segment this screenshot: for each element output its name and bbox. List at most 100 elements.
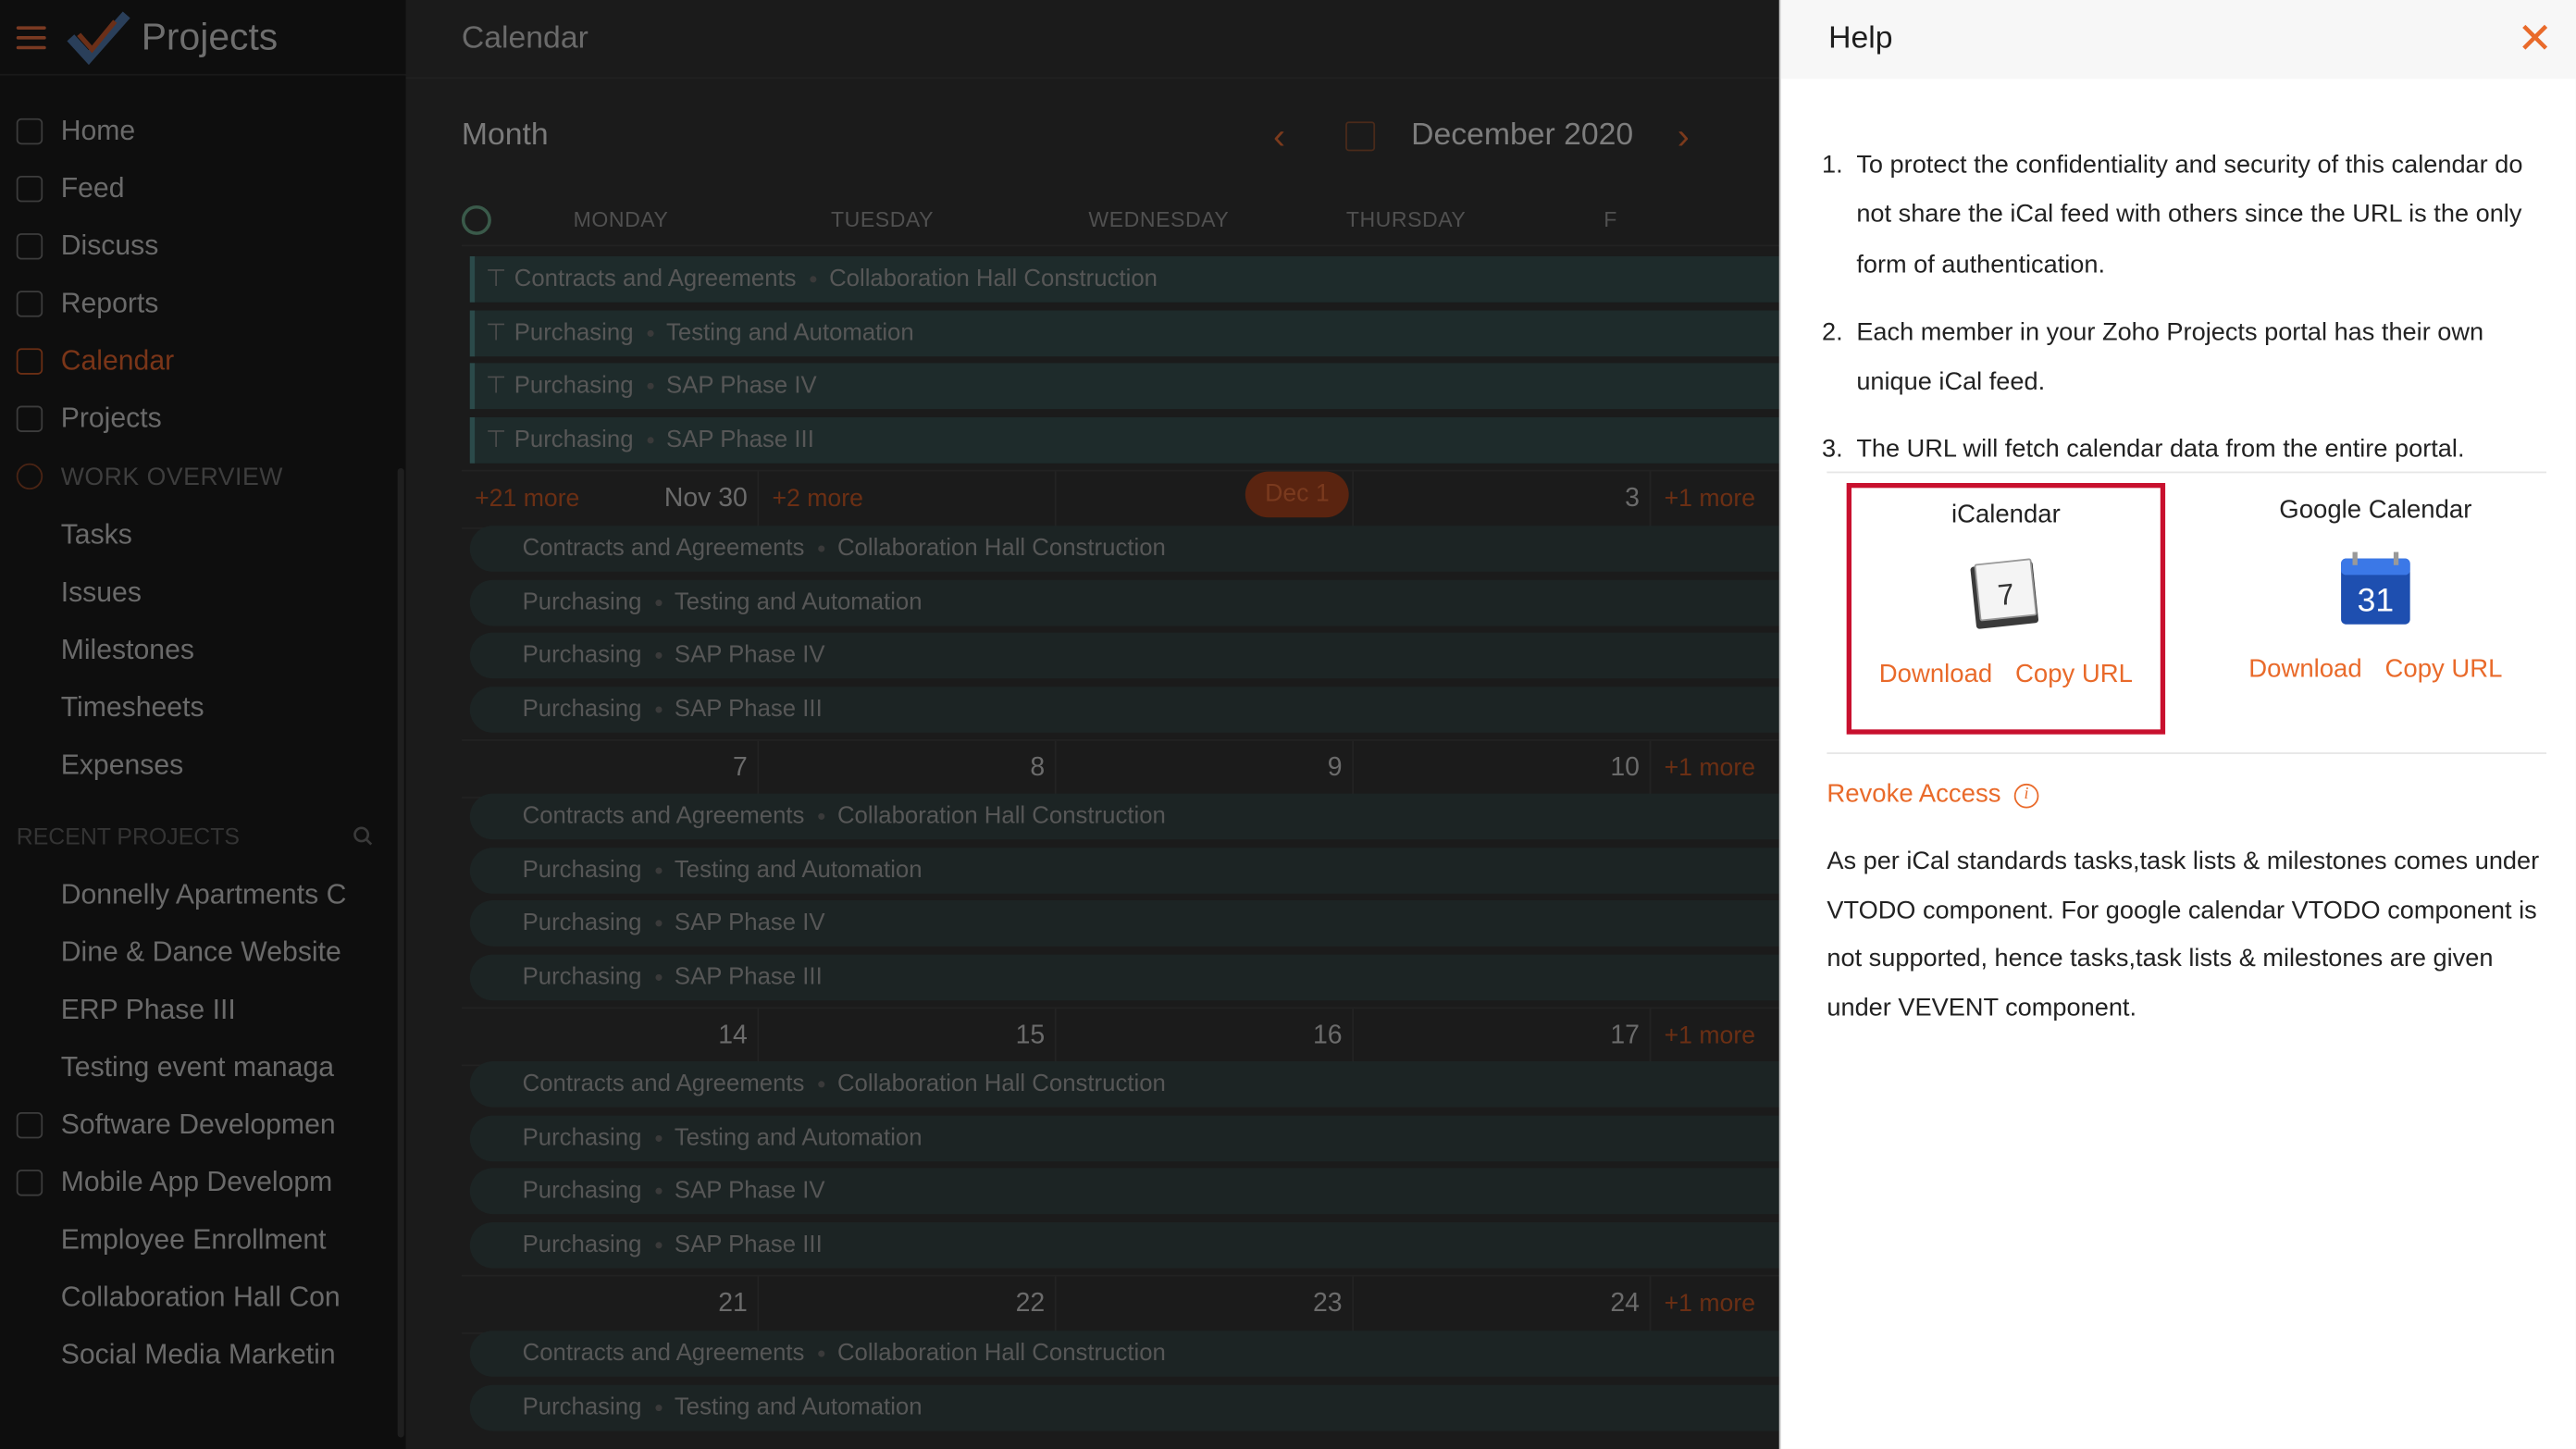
day-cell[interactable]: 10 <box>1354 741 1652 798</box>
calendar-settings-icon[interactable] <box>461 204 491 235</box>
month-label: December 2020 <box>1411 118 1634 154</box>
day-cell[interactable]: 21 <box>462 1277 760 1333</box>
event-bar[interactable]: Contracts and Agreements Collaboration Ha… <box>469 1060 1779 1108</box>
calendar-picker-icon[interactable] <box>1345 121 1376 152</box>
prev-month-icon[interactable]: ‹ <box>1273 115 1285 157</box>
menu-icon[interactable] <box>16 25 46 49</box>
ical-copy-url-link[interactable]: Copy URL <box>2015 661 2133 690</box>
event-bar[interactable]: Purchasing SAP Phase III <box>469 686 1779 733</box>
day-cell[interactable]: 15 <box>759 1009 1057 1066</box>
day-cell[interactable]: 22 <box>759 1277 1057 1333</box>
day-cell[interactable]: 16 <box>1057 1009 1355 1066</box>
google-calendar-title: Google Calendar <box>2279 496 2472 525</box>
sidebar-item-calendar[interactable]: Calendar <box>0 332 406 390</box>
day-cell[interactable]: 7 <box>462 741 760 798</box>
info-icon[interactable]: i <box>2013 783 2039 808</box>
recent-project-item[interactable]: Mobile App Developm <box>0 1153 406 1210</box>
sidebar-item-issues[interactable]: Issues <box>0 564 406 621</box>
event-category: Contracts and Agreements <box>522 803 805 830</box>
day-cell[interactable]: +2 more <box>759 472 1057 528</box>
event-bar[interactable]: ⊤ Purchasing SAP Phase III <box>469 416 1779 464</box>
day-cell[interactable]: +1 more <box>1651 1277 1765 1332</box>
recent-project-item[interactable]: Dine & Dance Website <box>0 923 406 981</box>
close-icon[interactable]: ✕ <box>2517 17 2553 59</box>
day-cell[interactable]: 14 <box>462 1009 760 1066</box>
recent-project-item[interactable]: Software Developmen <box>0 1096 406 1153</box>
day-number: 16 <box>1312 1022 1343 1051</box>
more-events-link[interactable]: +1 more <box>1665 1290 1755 1318</box>
day-cell[interactable]: +21 more Nov 30 <box>462 472 760 528</box>
event-bar[interactable]: Purchasing SAP Phase IV <box>469 632 1779 679</box>
sidebar-item-reports[interactable]: Reports <box>0 275 406 332</box>
event-category: Purchasing <box>522 1178 642 1205</box>
sidebar-item-discuss[interactable]: Discuss <box>0 217 406 274</box>
recent-project-item[interactable]: ERP Phase III <box>0 981 406 1038</box>
event-bar[interactable]: Contracts and Agreements Collaboration Ha… <box>469 793 1779 840</box>
calendar-week: Contracts and Agreements Collaboration Ha… <box>461 793 1779 1067</box>
project-icon <box>16 1111 43 1138</box>
more-events-link[interactable]: +1 more <box>1665 755 1755 783</box>
sidebar-item-home[interactable]: Home <box>0 102 406 159</box>
more-events-link[interactable]: +1 more <box>1665 1022 1755 1050</box>
more-events-link[interactable]: +2 more <box>772 472 862 527</box>
revoke-access-link[interactable]: Revoke Access i <box>1827 780 2039 810</box>
help-panel: Help ✕ 1. To protect the confidentiality … <box>1778 0 2576 1449</box>
recent-project-item[interactable]: Employee Enrollment <box>0 1211 406 1269</box>
day-cell[interactable]: 17 <box>1354 1009 1652 1066</box>
sidebar-item-timesheets[interactable]: Timesheets <box>0 678 406 736</box>
more-events-link[interactable]: +21 more <box>475 472 579 527</box>
day-cell[interactable]: 3 <box>1354 472 1652 528</box>
event-bar[interactable]: Purchasing SAP Phase IV <box>469 1168 1779 1215</box>
page-title: Calendar <box>405 0 1779 80</box>
ical-download-link[interactable]: Download <box>1879 661 1992 690</box>
sidebar-item-icon <box>16 232 43 259</box>
recent-project-item[interactable]: Donnelly Apartments C <box>0 866 406 923</box>
event-project: Collaboration Hall Construction <box>836 803 1166 830</box>
search-icon[interactable] <box>353 826 373 846</box>
sidebar-scrollbar[interactable] <box>397 468 404 1438</box>
day-cell[interactable]: Dec 12 <box>1057 472 1355 528</box>
day-cell[interactable]: 8 <box>759 741 1057 798</box>
more-events-link[interactable]: +1 more <box>1665 485 1755 513</box>
event-bar[interactable]: Purchasing SAP Phase IV <box>469 900 1779 947</box>
day-cell[interactable]: 9 <box>1057 741 1355 798</box>
recent-project-item[interactable]: Collaboration Hall Con <box>0 1269 406 1326</box>
event-bar[interactable]: ⊤ Purchasing SAP Phase IV <box>469 363 1779 410</box>
gcal-copy-url-link[interactable]: Copy URL <box>2385 655 2503 685</box>
event-bar[interactable]: Purchasing SAP Phase III <box>469 1221 1779 1269</box>
day-number: 17 <box>1610 1022 1640 1051</box>
google-calendar-icon-day: 31 <box>2358 581 2395 618</box>
gcal-download-link[interactable]: Download <box>2248 655 2361 685</box>
event-project: SAP Phase III <box>674 963 823 991</box>
view-selector[interactable]: Month <box>462 118 549 155</box>
sidebar-item-tasks[interactable]: Tasks <box>0 506 406 564</box>
recent-project-item[interactable]: Testing event managa <box>0 1038 406 1096</box>
sidebar: Projects Home Feed Discuss Reports Calendar P… <box>0 0 406 1449</box>
next-month-icon[interactable]: › <box>1678 115 1690 157</box>
recent-project-item[interactable]: Social Media Marketin <box>0 1326 406 1383</box>
sidebar-item-expenses[interactable]: Expenses <box>0 736 406 793</box>
event-bar[interactable]: Contracts and Agreements Collaboration Ha… <box>469 1331 1779 1377</box>
calendar-main: Calendar Month ‹ December 2020 › MONDAY T… <box>405 0 1779 1449</box>
sidebar-item-milestones[interactable]: Milestones <box>0 621 406 678</box>
overview-icon <box>16 463 43 490</box>
day-cell[interactable]: 23 <box>1057 1277 1355 1333</box>
event-bar[interactable]: ⊤ Contracts and Agreements Collaboration H… <box>469 255 1779 303</box>
event-bar[interactable]: Purchasing Testing and Automation <box>469 847 1779 894</box>
day-cell[interactable]: +1 more <box>1651 741 1765 797</box>
event-bar[interactable]: Purchasing Testing and Automation <box>469 1384 1779 1430</box>
event-bar[interactable]: ⊤ Purchasing Testing and Automation <box>469 309 1779 356</box>
day-number: 15 <box>1015 1022 1046 1051</box>
event-bar[interactable]: Purchasing SAP Phase III <box>469 954 1779 1000</box>
revoke-access-label: Revoke Access <box>1827 780 2001 809</box>
work-overview-section[interactable]: WORK OVERVIEW <box>0 447 406 506</box>
day-cell[interactable]: 24 <box>1354 1277 1652 1333</box>
event-bar[interactable]: Purchasing Testing and Automation <box>469 1114 1779 1161</box>
sidebar-item-feed[interactable]: Feed <box>0 159 406 217</box>
event-bar[interactable]: Purchasing Testing and Automation <box>469 579 1779 625</box>
day-cell[interactable]: +1 more <box>1651 1009 1765 1065</box>
event-bar[interactable]: Contracts and Agreements Collaboration Ha… <box>469 526 1779 572</box>
sidebar-item-projects[interactable]: Projects <box>0 390 406 447</box>
separator-dot <box>654 920 662 927</box>
day-cell[interactable]: +1 more <box>1651 472 1765 527</box>
